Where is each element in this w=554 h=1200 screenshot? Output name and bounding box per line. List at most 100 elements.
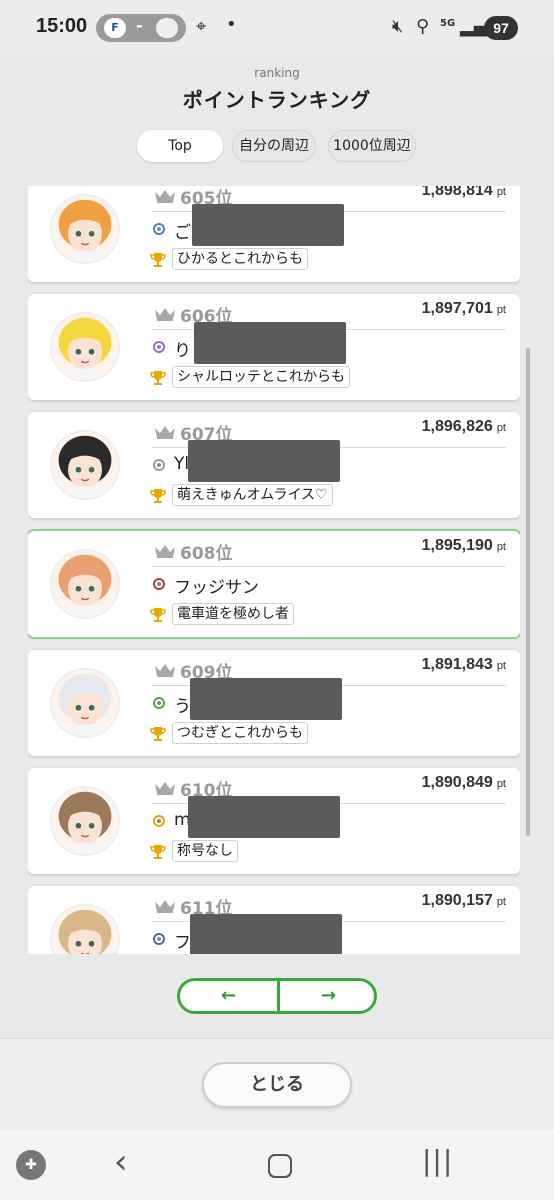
crown-icon xyxy=(155,426,175,439)
page-title: ポイントランキング xyxy=(182,88,372,112)
trophy-icon xyxy=(150,845,166,859)
trophy-icon xyxy=(150,489,166,503)
character-portrait-icon xyxy=(52,788,118,854)
character-portrait-icon xyxy=(52,551,118,617)
redacted-name-block xyxy=(188,796,340,838)
crown-icon xyxy=(155,545,175,558)
points-unit: pt xyxy=(496,186,506,198)
rank-label: 608位 xyxy=(180,544,233,564)
points-value: 1,890,849 pt xyxy=(422,774,506,792)
crown-icon xyxy=(155,900,175,913)
points-number: 1,895,190 xyxy=(421,537,493,554)
player-title: 電車道を極めし者 xyxy=(172,603,294,625)
redacted-name-block xyxy=(192,204,344,246)
recents-icon[interactable]: ||| xyxy=(422,1144,453,1177)
system-nav-bar: ✚ ‹ ||| xyxy=(0,1130,554,1200)
prev-page-button[interactable]: ← xyxy=(180,981,277,1011)
crown-icon xyxy=(155,664,175,677)
player-title: つむぎとこれからも xyxy=(172,722,308,744)
notification-pill[interactable]: F - xyxy=(96,14,186,42)
character-portrait-icon xyxy=(52,314,118,380)
player-name: ご xyxy=(174,223,191,243)
crown-icon xyxy=(155,190,175,203)
app-notification-icon: F xyxy=(104,18,126,38)
network-type-icon: 5G xyxy=(440,18,456,29)
points-value: 1,891,843 pt xyxy=(422,656,506,674)
divider xyxy=(152,566,506,567)
ranking-card[interactable]: 608位 1,895,190 pt フッジサン 電車道を極めし者 xyxy=(28,531,520,637)
points-unit: pt xyxy=(496,422,506,434)
ranking-card[interactable]: 611位 1,890,157 pt フ xyxy=(28,886,520,954)
points-value: 1,896,826 pt xyxy=(422,418,506,436)
trophy-icon xyxy=(150,727,166,741)
ranking-card[interactable]: 609位 1,891,843 pt う つむぎとこれからも xyxy=(28,650,520,756)
arrow-left-icon: ← xyxy=(220,985,237,1006)
trophy-icon xyxy=(150,371,166,385)
ranking-list[interactable]: 605位 1,898,814 pt ご ひかるとこれからも 606位 1,897… xyxy=(28,186,520,954)
dot-icon: • xyxy=(226,14,237,35)
character-portrait-icon xyxy=(52,432,118,498)
crown-icon xyxy=(155,308,175,321)
avatar[interactable] xyxy=(50,194,120,264)
tab-top[interactable]: Top xyxy=(137,130,223,162)
points-value: 1,895,190 pt xyxy=(422,537,506,555)
game-launcher-icon[interactable]: ✚ xyxy=(16,1150,46,1180)
tab-around-1000[interactable]: 1000位周辺 xyxy=(328,130,416,162)
ranking-card[interactable]: 607位 1,896,826 pt Yl 萌えきゅんオムライス♡ xyxy=(28,412,520,518)
location-status-icon: ⚲ xyxy=(416,16,430,37)
pill-separator: - xyxy=(136,16,143,35)
points-unit: pt xyxy=(496,778,506,790)
ranking-card[interactable]: 610位 1,890,849 pt m 称号なし xyxy=(28,768,520,874)
rank-badge-icon xyxy=(153,815,165,827)
avatar[interactable] xyxy=(50,430,120,500)
game-notification-icon xyxy=(156,18,178,38)
player-name: フッジサン xyxy=(174,578,259,598)
avatar[interactable] xyxy=(50,786,120,856)
points-unit: pt xyxy=(496,304,506,316)
scrollbar[interactable] xyxy=(526,348,530,836)
points-unit: pt xyxy=(496,660,506,672)
status-bar: 15:00 F - ⌖ • 🔇︎ ⚲ 5G ▂▄▆ 97 xyxy=(0,0,554,56)
ranking-card[interactable]: 606位 1,897,701 pt り シャルロッテとこれからも xyxy=(28,294,520,400)
points-unit: pt xyxy=(496,541,506,553)
character-portrait-icon xyxy=(52,196,118,262)
rank-badge-icon xyxy=(153,459,165,471)
player-name: フ xyxy=(174,933,191,953)
points-number: 1,891,843 xyxy=(421,656,493,673)
page-subtitle: ranking xyxy=(254,66,300,80)
points-number: 1,897,701 xyxy=(421,300,493,317)
rank-badge-icon xyxy=(153,223,165,235)
location-icon: ⌖ xyxy=(196,16,207,37)
mute-icon: 🔇︎ xyxy=(392,16,404,37)
redacted-name-block xyxy=(190,914,342,954)
points-number: 1,898,814 xyxy=(421,186,493,199)
tab-around-me[interactable]: 自分の周辺 xyxy=(232,130,316,162)
battery-indicator: 97 xyxy=(484,16,518,40)
player-title: 萌えきゅんオムライス♡ xyxy=(172,484,333,506)
avatar[interactable] xyxy=(50,549,120,619)
ranking-card[interactable]: 605位 1,898,814 pt ご ひかるとこれからも xyxy=(28,186,520,282)
trophy-icon xyxy=(150,253,166,267)
player-name: Yl xyxy=(174,454,190,474)
points-value: 1,898,814 pt xyxy=(422,186,506,200)
rank-badge-icon xyxy=(153,578,165,590)
points-value: 1,890,157 pt xyxy=(422,892,506,910)
points-number: 1,896,826 xyxy=(421,418,493,435)
back-icon[interactable]: ‹ xyxy=(114,1142,128,1182)
home-icon[interactable] xyxy=(268,1154,292,1178)
player-title: ひかるとこれからも xyxy=(172,248,308,270)
next-page-button[interactable]: → xyxy=(277,981,374,1011)
avatar[interactable] xyxy=(50,668,120,738)
character-portrait-icon xyxy=(52,670,118,736)
player-name: り xyxy=(174,341,191,361)
redacted-name-block xyxy=(190,678,342,720)
avatar[interactable] xyxy=(50,312,120,382)
arrow-right-icon: → xyxy=(320,985,337,1006)
avatar[interactable] xyxy=(50,904,120,954)
points-number: 1,890,849 xyxy=(421,774,493,791)
status-time: 15:00 xyxy=(36,15,88,37)
character-portrait-icon xyxy=(52,906,118,954)
points-value: 1,897,701 pt xyxy=(422,300,506,318)
trophy-icon xyxy=(150,608,166,622)
close-button[interactable]: とじる xyxy=(202,1062,352,1108)
